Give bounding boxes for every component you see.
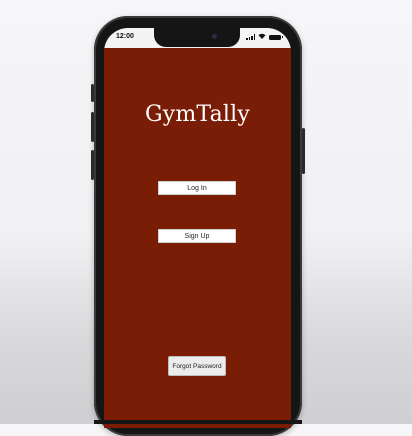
app-screen: 12:00 GymTally Log In Sign Up Forgot Pas…	[104, 28, 291, 428]
wifi-icon	[258, 33, 266, 41]
phone-volume-down	[91, 150, 94, 180]
signal-icon	[246, 34, 255, 40]
forgot-password-button[interactable]: Forgot Password	[168, 356, 226, 376]
status-bar: 12:00	[104, 28, 291, 48]
signup-button[interactable]: Sign Up	[158, 229, 236, 243]
front-camera-icon	[212, 34, 217, 39]
phone-volume-up	[91, 112, 94, 142]
status-icons	[246, 33, 283, 41]
phone-side-button-left	[91, 84, 94, 102]
app-title: GymTally	[144, 102, 251, 127]
battery-icon	[269, 34, 283, 40]
phone-bezel-bottom	[94, 420, 302, 424]
login-button[interactable]: Log In	[158, 181, 236, 195]
notch	[154, 28, 240, 47]
status-time: 12:00	[116, 33, 134, 40]
phone-power-button	[302, 128, 305, 174]
